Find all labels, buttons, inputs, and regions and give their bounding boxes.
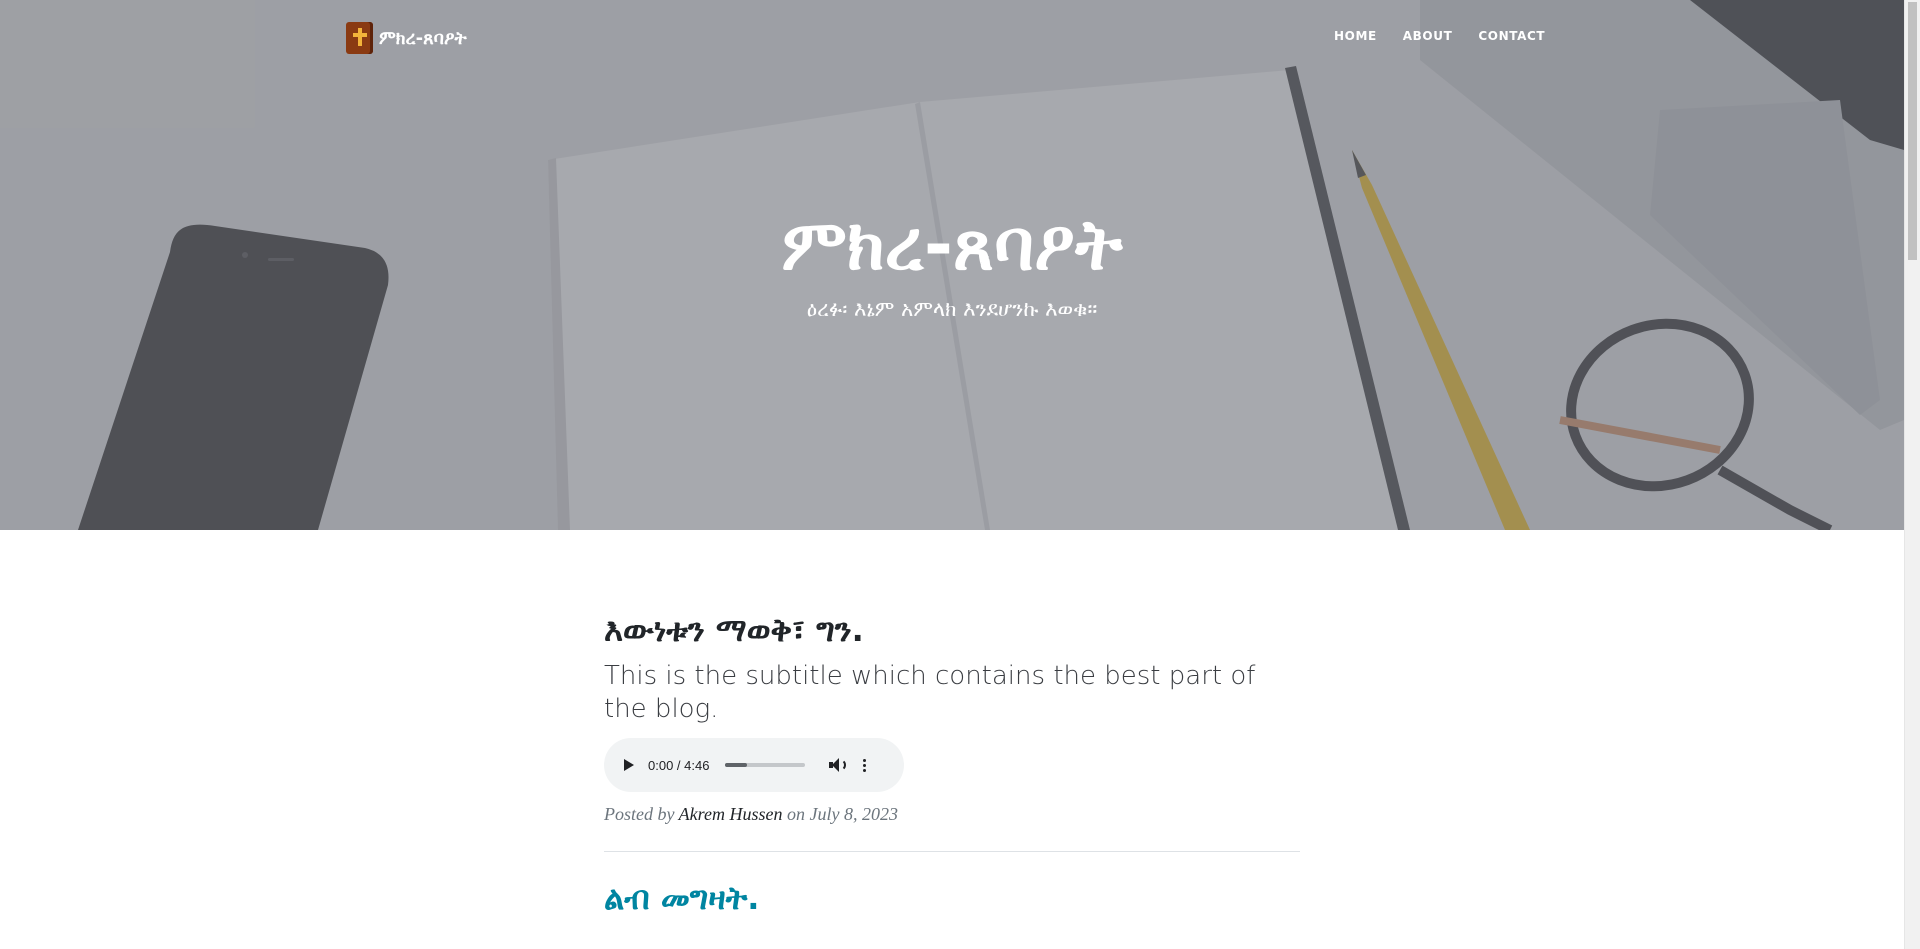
post-meta-on: on — [786, 804, 805, 824]
site-subheading: ዕረፉ፡ እኔም አምላክ እንደሆንኩ እወቁ። — [806, 297, 1098, 321]
site-title: ምክረ-ጸባዖት — [781, 204, 1123, 286]
post-author-link[interactable]: Akrem Hussen — [679, 804, 783, 824]
post-subtitle: This is the subtitle which contains the … — [604, 661, 1256, 724]
site-heading: ምክረ-ጸባዖት ዕረፉ፡ እኔም አምላክ እንደሆንኩ እወቁ። — [0, 200, 1904, 322]
scrollbar-thumb[interactable] — [1908, 2, 1917, 260]
post-meta: Posted by Akrem Hussen on July 8, 2023 — [604, 804, 1300, 825]
brand-name: ምክረ-ጸባዖት — [379, 27, 467, 49]
post-date: July 8, 2023 — [809, 804, 898, 824]
more-options-icon[interactable] — [863, 758, 867, 772]
nav-links: HOME ABOUT CONTACT — [1334, 29, 1571, 43]
audio-progress-slider[interactable] — [725, 763, 806, 767]
bible-cross-icon — [346, 22, 373, 54]
masthead: ምክረ-ጸባዖት HOME ABOUT CONTACT ምክረ-ጸባዖት ዕረፉ… — [0, 0, 1904, 530]
volume-icon[interactable] — [829, 757, 847, 773]
nav-link-contact[interactable]: CONTACT — [1478, 29, 1545, 43]
post-preview: ልብ መግዛት. — [604, 878, 1300, 918]
browser-viewport: ምክረ-ጸባዖት HOME ABOUT CONTACT ምክረ-ጸባዖት ዕረፉ… — [0, 0, 1904, 949]
post-title[interactable]: እውነቱን ማወቅ፣ ግን. — [604, 610, 1300, 650]
nav-link-about[interactable]: ABOUT — [1403, 29, 1453, 43]
post-meta-prefix: Posted by — [604, 804, 675, 824]
brand-link[interactable]: ምክረ-ጸባዖት — [346, 22, 467, 54]
post-preview: እውነቱን ማወቅ፣ ግን. This is the subtitle whic… — [604, 530, 1300, 825]
post-title[interactable]: ልብ መግዛት. — [604, 878, 1300, 918]
main-content: እውነቱን ማወቅ፣ ግን. This is the subtitle whic… — [604, 530, 1300, 918]
audio-buffered-bar — [725, 763, 748, 767]
post-divider — [604, 851, 1300, 852]
audio-time: 0:00 / 4:46 — [648, 757, 710, 773]
navbar: ምክረ-ጸባዖት HOME ABOUT CONTACT — [0, 0, 1904, 76]
play-icon[interactable] — [624, 759, 634, 771]
vertical-scrollbar[interactable] — [1904, 0, 1920, 949]
audio-player[interactable]: 0:00 / 4:46 — [604, 738, 904, 792]
nav-link-home[interactable]: HOME — [1334, 29, 1377, 43]
